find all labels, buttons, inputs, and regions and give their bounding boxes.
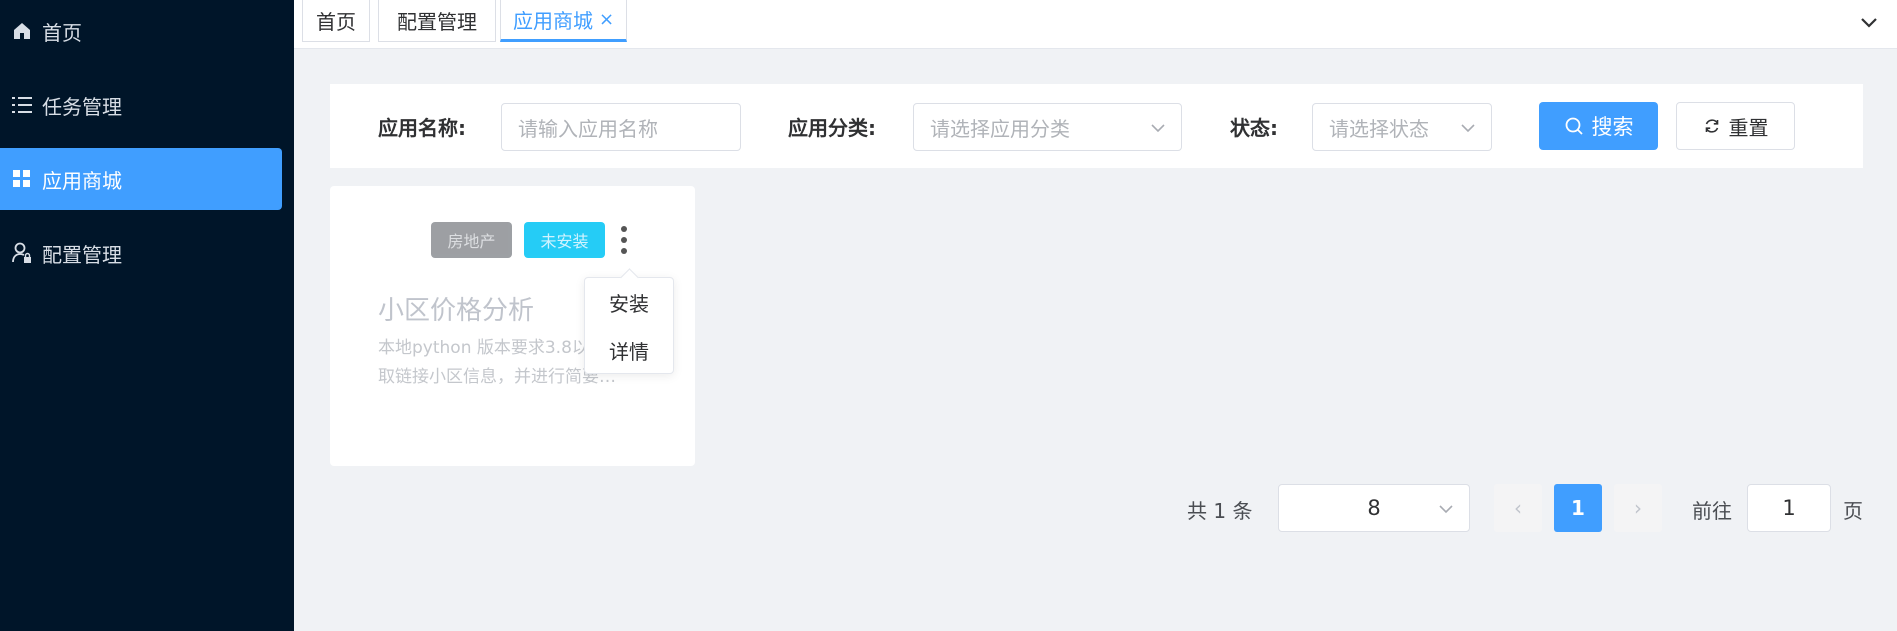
card-action-menu: 安装 详情 bbox=[584, 277, 674, 374]
sidebar-item-tasks[interactable]: 任务管理 bbox=[0, 74, 282, 136]
pagination-total: 共 1 条 bbox=[1187, 499, 1253, 523]
tab-app-store[interactable]: 应用商城 × bbox=[500, 0, 627, 42]
category-tag: 房地产 bbox=[431, 222, 512, 258]
sidebar: 首页 任务管理 应用商城 配置管理 bbox=[0, 0, 294, 631]
page-size-select[interactable]: 8 bbox=[1278, 484, 1470, 532]
reset-button[interactable]: 重置 bbox=[1676, 102, 1795, 150]
card-title: 小区价格分析 bbox=[378, 296, 535, 326]
app-category-select[interactable]: 请选择应用分类 bbox=[913, 103, 1182, 151]
search-button[interactable]: 搜索 bbox=[1539, 102, 1658, 150]
close-icon[interactable]: × bbox=[599, 9, 614, 30]
status-select[interactable]: 请选择状态 bbox=[1312, 103, 1492, 151]
sidebar-item-home[interactable]: 首页 bbox=[0, 0, 282, 62]
user-lock-icon bbox=[12, 242, 32, 264]
chevron-right-icon: › bbox=[1634, 496, 1642, 520]
tab-label: 配置管理 bbox=[397, 10, 477, 34]
more-vertical-icon[interactable] bbox=[615, 222, 633, 258]
refresh-icon bbox=[1705, 119, 1718, 133]
goto-label: 前往 bbox=[1692, 499, 1732, 523]
tab-bar: 首页 配置管理 应用商城 × bbox=[294, 0, 1897, 49]
next-page-button[interactable]: › bbox=[1614, 484, 1662, 532]
input-placeholder: 请输入应用名称 bbox=[518, 116, 658, 141]
page-number-1[interactable]: 1 bbox=[1554, 484, 1602, 532]
menu-item-details[interactable]: 详情 bbox=[585, 336, 673, 365]
search-icon bbox=[1565, 117, 1583, 135]
sidebar-item-app-store[interactable]: 应用商城 bbox=[0, 148, 282, 210]
status-tag: 未安装 bbox=[524, 222, 605, 258]
home-icon bbox=[12, 20, 32, 42]
prev-page-button[interactable]: ‹ bbox=[1494, 484, 1542, 532]
list-icon bbox=[12, 94, 32, 116]
status-label: 状态: bbox=[1230, 116, 1278, 140]
tab-label: 应用商城 bbox=[512, 9, 593, 33]
search-panel: 应用名称: 请输入应用名称 应用分类: 请选择应用分类 状态: 请选择状态 搜索… bbox=[330, 84, 1863, 168]
select-placeholder: 请选择应用分类 bbox=[930, 116, 1070, 141]
app-name-label: 应用名称: bbox=[378, 116, 466, 140]
tab-label: 首页 bbox=[316, 10, 356, 34]
goto-page-input[interactable]: 1 bbox=[1747, 484, 1831, 532]
tab-config[interactable]: 配置管理 bbox=[378, 0, 496, 42]
sidebar-item-label: 配置管理 bbox=[42, 242, 122, 267]
select-placeholder: 请选择状态 bbox=[1329, 116, 1429, 141]
sidebar-item-config[interactable]: 配置管理 bbox=[0, 222, 282, 284]
chevron-down-icon bbox=[1149, 118, 1167, 136]
page-size-value: 8 bbox=[1367, 496, 1381, 520]
sidebar-item-label: 任务管理 bbox=[42, 94, 122, 119]
chevron-down-icon bbox=[1459, 118, 1477, 136]
menu-item-install[interactable]: 安装 bbox=[585, 288, 673, 317]
sidebar-item-label: 首页 bbox=[42, 20, 82, 45]
reset-button-label: 重置 bbox=[1728, 115, 1769, 140]
app-category-label: 应用分类: bbox=[788, 116, 876, 140]
chevron-left-icon: ‹ bbox=[1514, 496, 1522, 520]
grid-icon bbox=[12, 168, 32, 190]
page-suffix-label: 页 bbox=[1843, 499, 1863, 523]
search-button-label: 搜索 bbox=[1591, 115, 1634, 139]
chevron-down-icon[interactable] bbox=[1857, 10, 1881, 34]
chevron-down-icon bbox=[1437, 499, 1455, 517]
tab-home[interactable]: 首页 bbox=[302, 0, 370, 42]
sidebar-item-label: 应用商城 bbox=[42, 168, 122, 193]
app-name-input[interactable]: 请输入应用名称 bbox=[501, 103, 741, 151]
